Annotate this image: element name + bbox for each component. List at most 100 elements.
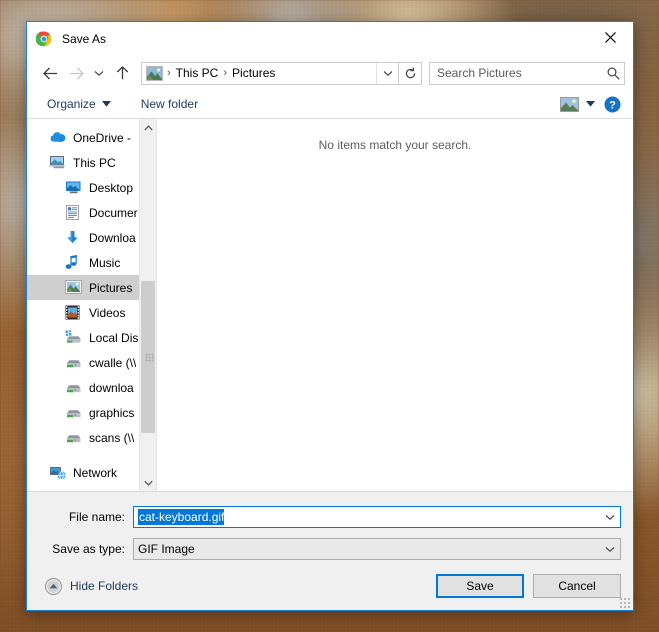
sidebar-item-label: graphics [89,405,135,420]
resize-grip[interactable] [619,597,630,608]
pictures-folder-icon [146,65,163,81]
footer-buttons: Save Cancel [436,574,621,598]
sidebar-item-downloads[interactable]: Downloa [27,225,156,250]
recent-locations-button[interactable] [89,60,109,86]
search-input[interactable]: Search Pictures [437,66,607,80]
breadcrumb-item-this-pc[interactable]: This PC [173,66,222,80]
sidebar-item-label: Videos [89,305,126,320]
sidebar-item-label: Music [89,255,121,270]
save-label: Save [466,579,494,593]
chevron-down-icon [94,70,104,76]
scroll-down-button[interactable] [140,474,156,491]
filename-input[interactable]: cat-keyboard.gif [138,509,225,525]
sidebar-item-this-pc[interactable]: This PC [27,150,156,175]
window-title: Save As [62,32,107,46]
downloads-icon [65,230,82,246]
new-folder-label: New folder [140,97,199,111]
network-icon [49,465,66,481]
sidebar-item-cwalle-network-drive[interactable]: cwalle (\\ [27,350,156,375]
cancel-label: Cancel [558,579,596,593]
sidebar-item-label: Downloa [89,230,136,245]
network-drive-icon [65,355,82,371]
organize-label: Organize [47,97,96,111]
title-bar: Save As [27,22,633,56]
network-drive-icon [65,380,82,396]
navigation-bar: › This PC › Pictures Search Pictures [27,56,633,90]
save-button[interactable]: Save [436,574,524,598]
sidebar-item-documents[interactable]: Documer [27,200,156,225]
dialog-footer: Hide Folders Save Cancel [27,568,633,610]
sidebar-item-videos[interactable]: Videos [27,300,156,325]
scroll-up-button[interactable] [140,119,156,136]
back-button[interactable] [37,60,63,86]
svg-text:?: ? [609,99,616,111]
sidebar-item-label: Network [73,465,118,480]
sidebar-item-label: downloa [89,380,134,395]
forward-arrow-icon [69,67,84,79]
organize-button[interactable]: Organize [41,95,117,113]
savetype-label: Save as type: [52,542,125,556]
file-list[interactable]: No items match your search. [157,119,633,491]
navigation-tree: OneDrive - This PC Desktop Documer Downl… [27,119,157,491]
dialog-content: OneDrive - This PC Desktop Documer Downl… [27,119,633,491]
music-icon [65,254,82,271]
sidebar-item-downloads-network-drive[interactable]: downloa [27,375,156,400]
sidebar-item-pictures[interactable]: Pictures [27,275,156,300]
chevron-down-icon [605,546,615,552]
filename-label: File name: [68,510,125,524]
filename-dropdown-button[interactable] [600,507,620,527]
chrome-logo-icon [35,31,52,47]
chevron-down-icon [143,480,153,486]
onedrive-cloud-icon [49,130,66,146]
refresh-icon [405,67,415,78]
hide-folders-label: Hide Folders [70,579,139,593]
network-drive-icon [65,405,82,421]
videos-icon [65,305,82,321]
address-bar[interactable]: › This PC › Pictures [141,61,399,85]
new-folder-button[interactable]: New folder [135,95,204,113]
address-dropdown-button[interactable] [376,62,398,84]
forward-button [63,60,89,86]
sidebar-item-onedrive[interactable]: OneDrive - [27,125,156,150]
scrollbar-grip [145,353,154,361]
close-icon [605,31,616,43]
help-button[interactable]: ? [604,96,621,113]
command-toolbar: Organize New folder ? [27,90,633,119]
up-button[interactable] [109,60,135,86]
sidebar-item-label: Documer [89,205,138,220]
close-button[interactable] [588,22,633,52]
search-box[interactable]: Search Pictures [429,61,625,85]
sidebar-item-label: Local Dis [89,330,139,345]
sidebar-item-label: Pictures [89,280,133,295]
this-pc-icon [49,155,66,171]
view-thumbnails-icon[interactable] [560,96,579,112]
desktop-icon [65,180,82,196]
sidebar-item-desktop[interactable]: Desktop [27,175,156,200]
chevron-up-icon [143,124,153,130]
hide-folders-button[interactable]: Hide Folders [39,577,139,595]
sidebar-scrollbar[interactable] [139,119,156,491]
help-icon: ? [604,96,621,112]
scrollbar-thumb[interactable] [141,281,155,433]
filename-combobox[interactable]: cat-keyboard.gif [133,506,621,528]
pictures-icon [65,279,82,296]
filename-row: File name: cat-keyboard.gif [39,504,621,530]
savetype-dropdown-button[interactable] [600,539,620,559]
cancel-button[interactable]: Cancel [533,574,621,598]
sidebar-item-label: cwalle (\\ [89,355,137,370]
breadcrumb-item-pictures[interactable]: Pictures [229,66,278,80]
sidebar-item-scans-network-drive[interactable]: scans (\\ [27,425,156,450]
sidebar-item-graphics-network-drive[interactable]: graphics [27,400,156,425]
sidebar-item-label: scans (\\ [89,430,135,445]
breadcrumb-separator: › [167,67,171,79]
sidebar-item-local-disk[interactable]: Local Dis [27,325,156,350]
refresh-button[interactable] [399,61,422,85]
save-as-dialog: Save As › This PC › Pictures Search Pict… [26,21,634,611]
savetype-combobox[interactable]: GIF Image [133,538,621,560]
chevron-down-icon [605,514,615,520]
view-caret-down-icon[interactable] [586,101,595,107]
documents-icon [65,204,82,221]
sidebar-item-label: Desktop [89,180,134,195]
sidebar-item-network[interactable]: Network [27,460,156,485]
sidebar-item-music[interactable]: Music [27,250,156,275]
